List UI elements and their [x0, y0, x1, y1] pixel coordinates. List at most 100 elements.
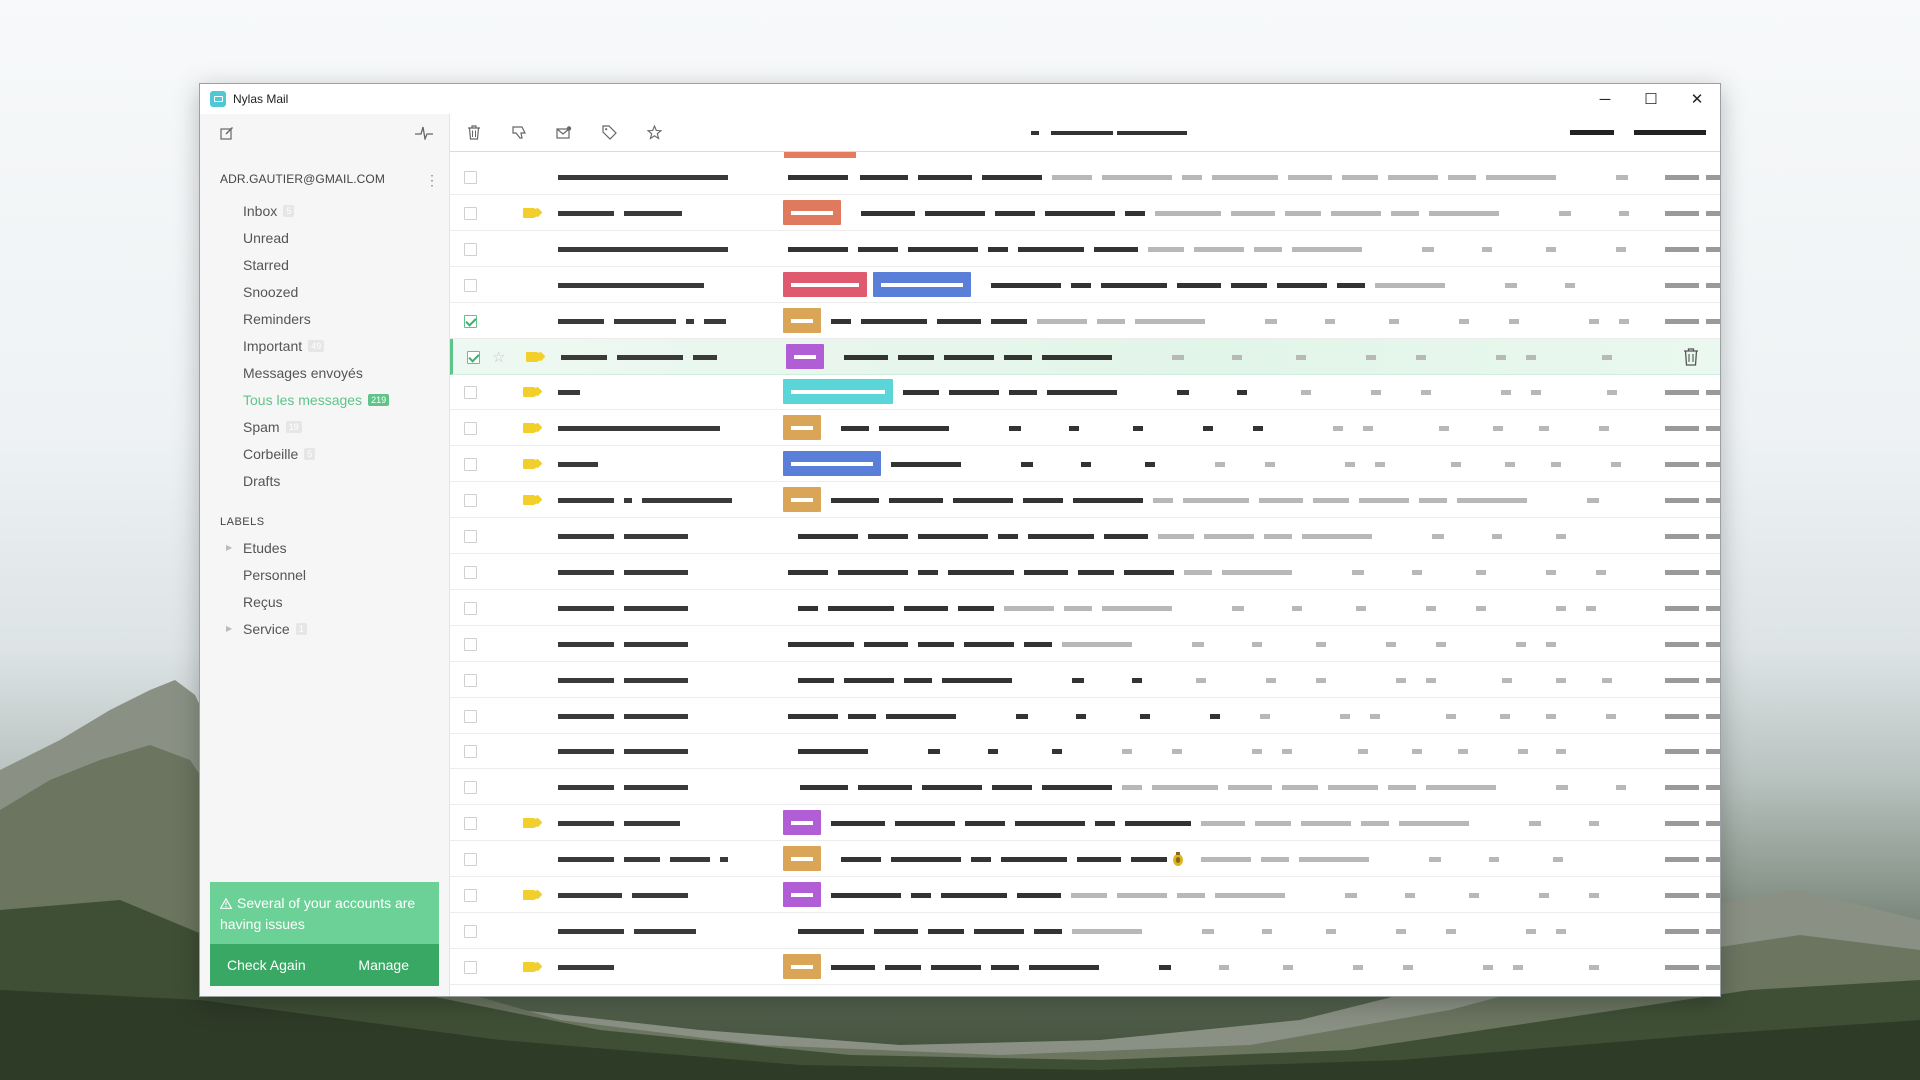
sidebar-label-item[interactable]: ▶ Service 1: [200, 615, 449, 642]
message-row[interactable]: [450, 303, 1720, 339]
select-checkbox[interactable]: [464, 565, 477, 579]
close-button[interactable]: ✕: [1674, 84, 1720, 114]
sidebar-item[interactable]: Reminders: [200, 305, 449, 332]
sidebar-item[interactable]: Starred: [200, 251, 449, 278]
snippet-text: [1375, 462, 1385, 468]
row-trash-icon[interactable]: [1682, 347, 1700, 367]
toolbar-right-label-1[interactable]: [1570, 129, 1614, 136]
message-row[interactable]: [450, 482, 1720, 519]
select-checkbox[interactable]: [464, 637, 477, 651]
important-tag-icon[interactable]: [523, 961, 537, 972]
sidebar-item[interactable]: Spam 19: [200, 413, 449, 440]
sidebar-item[interactable]: Unread: [200, 224, 449, 251]
select-checkbox[interactable]: [464, 530, 477, 543]
compose-icon[interactable]: [216, 122, 238, 144]
select-checkbox[interactable]: [464, 494, 477, 508]
sidebar-item[interactable]: Messages envoyés: [200, 359, 449, 386]
message-row[interactable]: [450, 518, 1720, 554]
message-row[interactable]: [450, 195, 1720, 231]
select-checkbox[interactable]: [464, 458, 477, 472]
attachment-icon: [1171, 851, 1185, 867]
message-row[interactable]: [450, 410, 1720, 447]
message-row[interactable]: [450, 877, 1720, 913]
message-row[interactable]: [450, 698, 1720, 734]
select-checkbox[interactable]: [464, 889, 477, 902]
sidebar-item[interactable]: Corbeille 5: [200, 440, 449, 467]
select-checkbox[interactable]: [464, 817, 477, 831]
message-row[interactable]: [450, 769, 1720, 806]
label-pill: [784, 152, 856, 158]
sidebar-item[interactable]: Tous les messages 219: [200, 386, 449, 413]
select-checkbox[interactable]: [464, 206, 477, 220]
thumbs-down-icon[interactable]: [508, 122, 530, 144]
more-options-icon[interactable]: ⋮: [425, 172, 439, 189]
important-tag-icon[interactable]: [523, 818, 537, 829]
select-checkbox[interactable]: [464, 673, 477, 687]
message-row[interactable]: [450, 267, 1720, 303]
select-checkbox[interactable]: [467, 350, 480, 364]
sidebar-item[interactable]: Important 49: [200, 332, 449, 359]
select-checkbox[interactable]: [464, 745, 477, 759]
message-row[interactable]: ☆: [450, 338, 1720, 375]
message-row[interactable]: [450, 662, 1720, 698]
star-icon[interactable]: [643, 122, 665, 144]
message-row[interactable]: [450, 733, 1720, 770]
select-checkbox[interactable]: [464, 781, 477, 795]
select-checkbox[interactable]: [464, 314, 477, 328]
select-checkbox[interactable]: [464, 278, 477, 292]
message-row[interactable]: [450, 949, 1720, 985]
sidebar-label-item[interactable]: Personnel: [200, 561, 449, 588]
expand-caret-icon[interactable]: ▶: [226, 624, 232, 633]
expand-caret-icon[interactable]: ▶: [226, 543, 232, 552]
subject-text: [891, 857, 961, 863]
maximize-button[interactable]: ☐: [1628, 84, 1674, 114]
subject-text: [1131, 857, 1167, 863]
snippet-text: [1502, 677, 1512, 683]
select-checkbox[interactable]: [464, 853, 477, 867]
activity-icon[interactable]: [413, 122, 435, 144]
important-tag-icon[interactable]: [523, 459, 537, 470]
important-tag-icon[interactable]: [523, 207, 537, 218]
subject-text: [1017, 893, 1061, 898]
select-checkbox[interactable]: [464, 386, 477, 400]
select-checkbox[interactable]: [464, 171, 477, 184]
tag-icon[interactable]: [598, 122, 620, 144]
message-row[interactable]: [450, 159, 1720, 195]
message-row[interactable]: [450, 446, 1720, 483]
message-row[interactable]: [450, 374, 1720, 411]
minimize-button[interactable]: ─: [1582, 84, 1628, 114]
message-row[interactable]: [450, 554, 1720, 590]
snippet-text: [1492, 534, 1502, 539]
select-checkbox[interactable]: [464, 924, 477, 938]
select-checkbox[interactable]: [464, 242, 477, 256]
check-again-button[interactable]: Check Again: [227, 957, 306, 973]
message-row[interactable]: [450, 231, 1720, 267]
sidebar-label-item[interactable]: Reçus: [200, 588, 449, 615]
sidebar-item[interactable]: Snoozed: [200, 278, 449, 305]
sidebar-label-item[interactable]: ▶ Etudes: [200, 534, 449, 561]
message-row[interactable]: [450, 913, 1720, 949]
important-tag-icon[interactable]: [523, 387, 537, 398]
select-checkbox[interactable]: [464, 422, 477, 436]
select-checkbox[interactable]: [464, 601, 477, 615]
subject-text: [911, 893, 931, 898]
select-checkbox[interactable]: [464, 709, 477, 723]
important-tag-icon[interactable]: [523, 423, 537, 434]
important-tag-icon[interactable]: [526, 351, 540, 362]
toolbar-right-label-2[interactable]: [1634, 129, 1706, 136]
message-row[interactable]: [450, 590, 1720, 626]
message-row[interactable]: [450, 841, 1720, 878]
star-toggle-icon[interactable]: ☆: [492, 348, 505, 366]
select-checkbox[interactable]: [464, 960, 477, 974]
important-tag-icon[interactable]: [523, 495, 537, 506]
message-row[interactable]: [450, 626, 1720, 662]
manage-button[interactable]: Manage: [358, 957, 409, 973]
mark-unread-icon[interactable]: [553, 122, 575, 144]
trash-icon[interactable]: [463, 122, 485, 144]
message-row[interactable]: [450, 805, 1720, 842]
snippet-text: [1363, 426, 1373, 432]
snippet-text: [1215, 462, 1225, 468]
important-tag-icon[interactable]: [523, 890, 537, 900]
sidebar-item[interactable]: Inbox 5: [200, 197, 449, 224]
sidebar-item[interactable]: Drafts: [200, 467, 449, 494]
